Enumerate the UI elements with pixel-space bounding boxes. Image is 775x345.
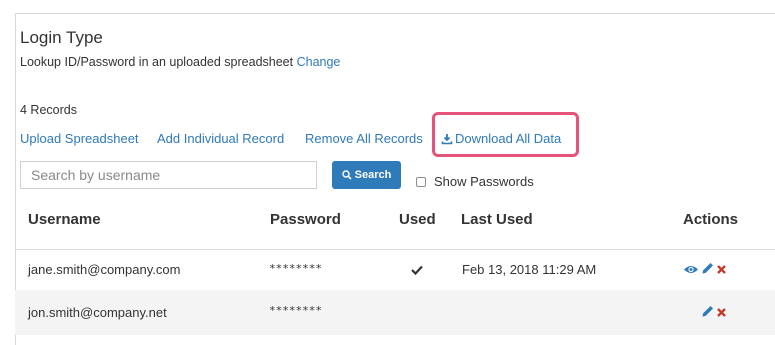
search-input[interactable]	[20, 161, 317, 189]
last-used-cell: Feb 13, 2018 11:29 AM	[462, 262, 597, 277]
column-header-actions: Actions	[683, 211, 739, 228]
show-passwords-label: Show Passwords	[434, 174, 534, 189]
username-cell: jon.smith@company.net	[28, 305, 167, 320]
table-header-divider	[15, 249, 775, 250]
records-count: 4 Records	[20, 103, 77, 117]
column-header-used: Used	[399, 211, 436, 228]
add-individual-record-link[interactable]: Add Individual Record	[157, 131, 284, 146]
delete-icon[interactable]	[717, 265, 726, 274]
download-highlight-annotation	[432, 112, 579, 157]
password-cell: ********	[269, 262, 322, 275]
remove-all-records-link[interactable]: Remove All Records	[305, 131, 423, 146]
view-icon[interactable]	[683, 264, 699, 275]
column-header-password: Password	[270, 211, 341, 228]
edit-icon[interactable]	[701, 305, 714, 318]
column-header-username: Username	[28, 211, 101, 228]
search-button[interactable]: Search	[332, 161, 401, 189]
used-check-icon	[411, 265, 423, 275]
password-cell: ********	[269, 304, 322, 317]
search-icon	[341, 170, 352, 180]
delete-icon[interactable]	[717, 308, 726, 317]
show-passwords-checkbox[interactable]	[416, 176, 426, 187]
login-type-text: Lookup ID/Password in an uploaded spread…	[20, 55, 294, 69]
search-button-label: Search	[354, 169, 392, 181]
column-header-last-used: Last Used	[461, 211, 533, 228]
upload-spreadsheet-link[interactable]: Upload Spreadsheet	[20, 131, 139, 146]
edit-icon[interactable]	[701, 262, 714, 275]
show-passwords-toggle[interactable]: Show Passwords	[416, 174, 534, 189]
login-type-description: Lookup ID/Password in an uploaded spread…	[20, 55, 340, 69]
section-title: Login Type	[20, 28, 103, 47]
username-cell: jane.smith@company.com	[28, 262, 181, 277]
change-login-type-link[interactable]: Change	[297, 55, 341, 69]
